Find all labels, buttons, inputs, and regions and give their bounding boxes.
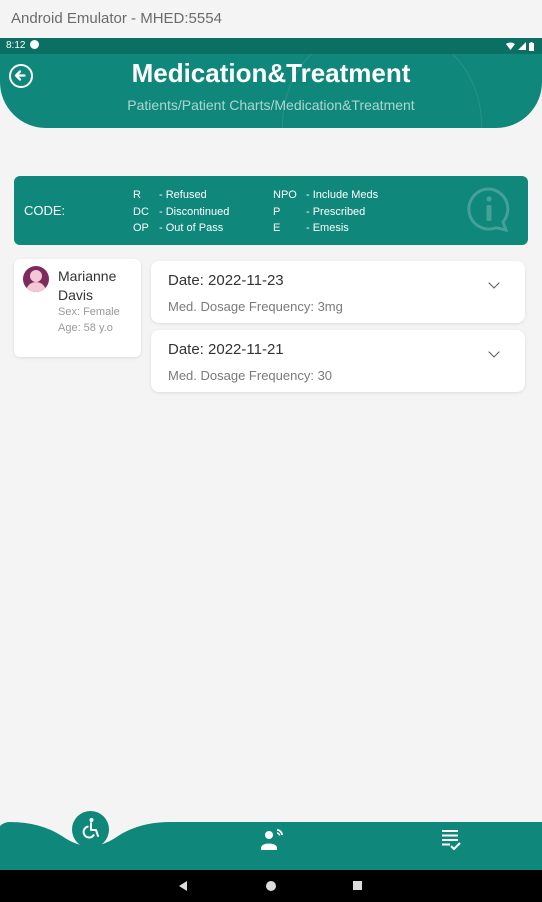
chevron-down-icon[interactable] <box>488 346 500 358</box>
status-icons <box>506 38 534 54</box>
code-abbrev: DC <box>133 205 149 218</box>
chevron-down-icon[interactable] <box>488 277 500 289</box>
entry-date: Date: 2022-11-21 <box>168 341 284 358</box>
status-time: 8:12 <box>6 40 26 51</box>
code-meaning: - Discontinued <box>159 205 230 218</box>
patient-sex: Sex: Female <box>58 306 120 318</box>
code-meaning: - Emesis <box>306 222 349 234</box>
breadcrumb: Patients/Patient Charts/Medication&Treat… <box>127 97 415 113</box>
status-bar: 8:12 <box>0 38 542 54</box>
code-abbrev: NPO <box>273 189 297 201</box>
nav-wheelchair-button[interactable] <box>72 811 109 848</box>
code-meaning: - Out of Pass <box>159 222 224 234</box>
code-legend: CODE: R DC OP - Refused - Discontinued -… <box>14 176 528 245</box>
code-meaning-column-2: - Include Meds - Prescribed - Emesis <box>306 187 378 237</box>
patient-name: Marianne Davis <box>58 268 117 303</box>
avatar-body <box>26 282 46 292</box>
nav-checklist-button[interactable] <box>440 828 462 852</box>
system-navigation-bar <box>0 870 542 902</box>
entry-date: Date: 2022-11-23 <box>168 272 284 289</box>
wifi-icon <box>506 42 515 50</box>
info-bubble-icon[interactable] <box>466 186 512 232</box>
medication-entry[interactable]: Date: 2022-11-23 Med. Dosage Frequency: … <box>151 261 525 323</box>
emulator-window-title: Android Emulator - MHED:5554 <box>0 0 542 38</box>
medication-entry[interactable]: Date: 2022-11-21 Med. Dosage Frequency: … <box>151 330 525 392</box>
app-header: Medication&Treatment Patients/Patient Ch… <box>0 54 542 128</box>
code-meaning: - Prescribed <box>306 205 366 218</box>
code-abbrev: E <box>273 222 281 234</box>
notification-icon <box>30 40 40 49</box>
checklist-icon <box>442 830 461 851</box>
code-meaning: - Include Meds <box>306 189 379 201</box>
code-abbrev: P <box>273 205 281 218</box>
avatar <box>23 266 49 292</box>
signal-icon <box>518 42 526 50</box>
system-back-button[interactable] <box>177 880 189 892</box>
code-meaning: - Refused <box>159 189 207 201</box>
avatar-head <box>30 270 42 282</box>
code-abbrev-column-1: R DC OP <box>133 187 149 237</box>
patient-age: Age: 58 y.o <box>58 322 113 334</box>
code-abbrev: R <box>133 189 141 201</box>
patient-card[interactable]: Marianne Davis Sex: Female Age: 58 y.o <box>14 259 141 357</box>
entry-dosage-frequency: Med. Dosage Frequency: 3mg <box>168 299 343 314</box>
system-recents-button[interactable] <box>352 880 364 892</box>
nav-patient-contact-button[interactable] <box>259 826 285 852</box>
wheelchair-icon <box>82 818 99 839</box>
code-legend-label: CODE: <box>24 203 66 218</box>
patient-phone-icon <box>261 829 283 850</box>
code-abbrev-column-2: NPO P E <box>273 187 297 237</box>
system-home-button[interactable] <box>265 880 277 892</box>
entry-dosage-frequency: Med. Dosage Frequency: 30 <box>168 368 333 383</box>
battery-icon <box>529 41 534 51</box>
page-title: Medication&Treatment <box>131 58 411 88</box>
code-meaning-column-1: - Refused - Discontinued - Out of Pass <box>159 187 229 237</box>
code-abbrev: OP <box>133 222 149 234</box>
